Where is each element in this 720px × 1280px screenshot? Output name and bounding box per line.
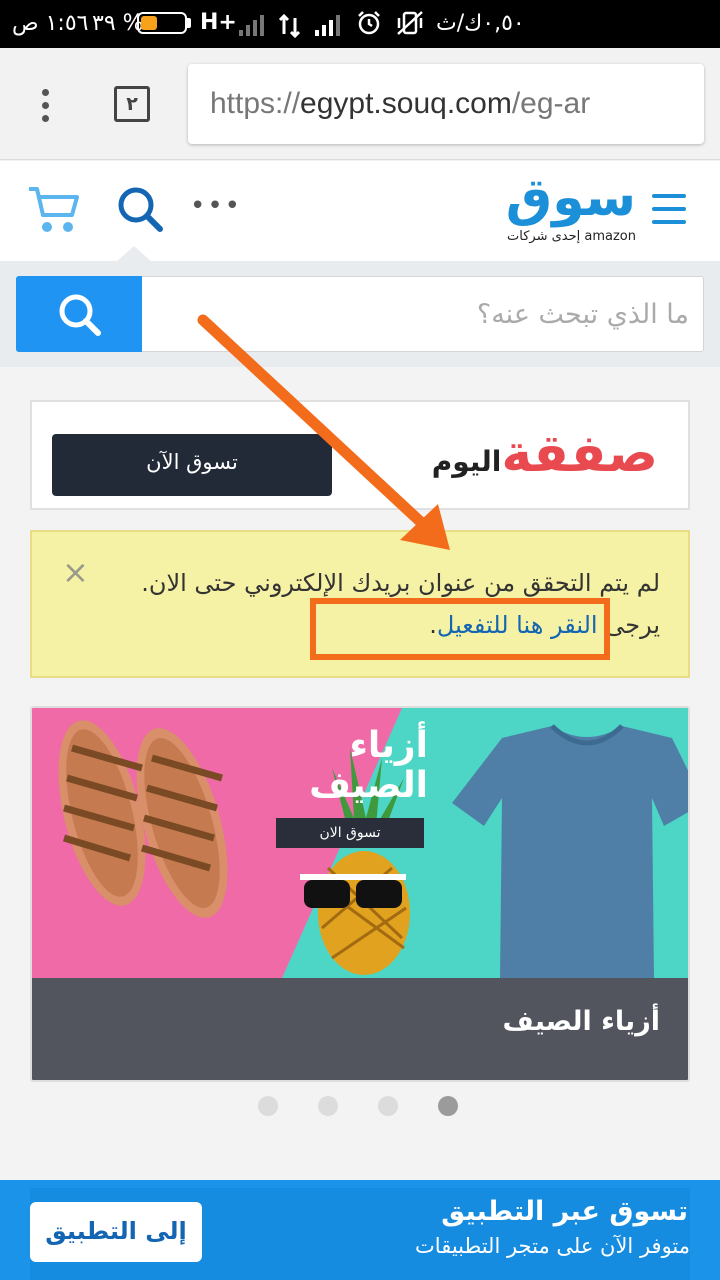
summer-fashion-banner[interactable]: أزياء الصيف تسوق الان — [32, 708, 688, 978]
battery-icon — [137, 12, 187, 34]
data-speed: ٠,٥٠ك/ث — [436, 11, 525, 36]
shop-now-button[interactable]: تسوق الآن — [52, 434, 332, 496]
email-verification-alert: × لم يتم التحقق من عنوان بريدك الإلكترون… — [30, 530, 690, 678]
data-transfer-icon — [278, 14, 301, 38]
battery-percentage: ٣٩ % — [92, 11, 144, 36]
carousel-dot[interactable] — [318, 1096, 338, 1116]
search-icon[interactable] — [114, 183, 166, 235]
hamburger-icon[interactable] — [652, 194, 686, 226]
network-type: H+ — [200, 10, 237, 35]
open-app-button[interactable]: إلى التطبيق — [30, 1202, 202, 1262]
more-dots-icon[interactable]: ••• — [190, 193, 242, 219]
logo-subtitle: إحدى شركات amazon — [507, 229, 636, 244]
deal-logo-big: صفقة — [501, 424, 658, 484]
vibrate-off-icon — [397, 11, 423, 35]
url-host: egypt.souq.com — [300, 87, 512, 120]
signal-icon — [239, 15, 264, 36]
browser-menu-icon[interactable] — [34, 85, 58, 125]
carousel-dot[interactable] — [438, 1096, 458, 1116]
search-button[interactable] — [16, 276, 142, 352]
close-icon[interactable]: × — [62, 556, 89, 588]
search-area — [0, 261, 720, 367]
carousel-pagination — [258, 1096, 468, 1116]
promo-carousel[interactable]: أزياء الصيف تسوق الان أزياء الصيف — [30, 706, 690, 1082]
carousel-caption: أزياء الصيف — [32, 978, 688, 1080]
clock: ١:٥٦ ص — [12, 11, 89, 36]
url-scheme: https:// — [210, 87, 301, 120]
battery-tip — [187, 18, 191, 28]
caption-text: أزياء الصيف — [502, 1006, 660, 1037]
app-banner-title: تسوق عبر التطبيق — [441, 1196, 688, 1227]
carousel-dot[interactable] — [378, 1096, 398, 1116]
app-promo-banner[interactable]: تسوق عبر التطبيق متوفر الآن على متجر الت… — [0, 1180, 720, 1280]
url-bar[interactable]: https://egypt.souq.com/eg-ar — [188, 64, 704, 144]
signal-icon — [315, 15, 340, 36]
annotation-highlight-box — [310, 598, 610, 660]
banner-title: أزياء الصيف — [309, 725, 428, 806]
search-pointer — [116, 246, 152, 262]
logo-wordmark: سوق — [505, 168, 636, 228]
browser-toolbar: ٢ https://egypt.souq.com/eg-ar — [0, 48, 720, 160]
battery-fill — [141, 16, 157, 30]
deal-of-the-day-card[interactable]: تسوق الآن صفقةاليوم — [30, 400, 690, 510]
cart-icon[interactable] — [26, 183, 82, 237]
search-icon — [59, 294, 101, 336]
url-path: /eg-ar — [511, 87, 591, 120]
search-input[interactable] — [145, 277, 703, 351]
app-banner-subtitle: متوفر الآن على متجر التطبيقات — [415, 1234, 690, 1258]
status-bar: ١:٥٦ ص ٣٩ % H+ ٠,٥٠ك/ث — [0, 0, 720, 48]
alarm-icon — [358, 11, 380, 35]
souq-logo[interactable]: سوق إحدى شركات amazon — [498, 169, 636, 253]
banner-shop-now-button[interactable]: تسوق الان — [276, 818, 424, 848]
search-box — [16, 276, 704, 352]
deal-logo-small: اليوم — [431, 445, 502, 478]
site-header: ••• سوق إحدى شركات amazon — [0, 161, 720, 262]
deal-of-the-day-logo: صفقةاليوم — [432, 424, 658, 484]
carousel-dot[interactable] — [258, 1096, 278, 1116]
tab-count-button[interactable]: ٢ — [114, 86, 150, 122]
